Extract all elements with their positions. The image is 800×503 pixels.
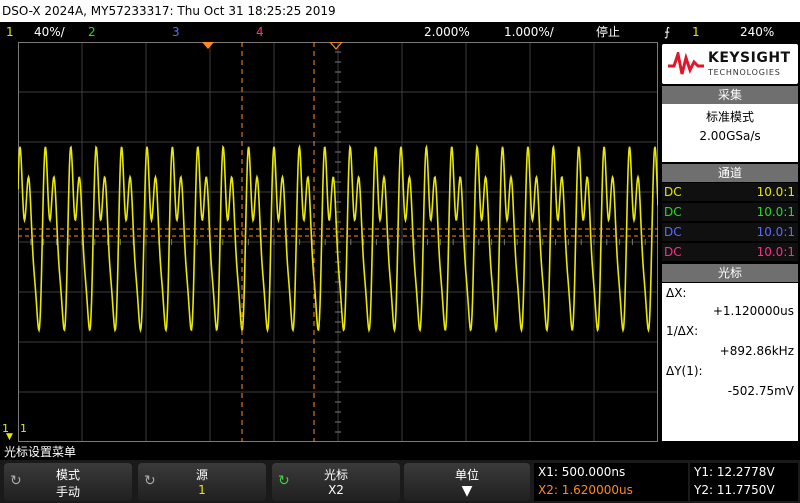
delay-value[interactable]: 2.000% xyxy=(424,22,470,42)
delta-x-value: +1.120000us xyxy=(712,304,794,318)
softkey-units-label: 单位 xyxy=(454,468,479,482)
ch3-coupling: DC xyxy=(664,225,682,239)
keysight-wave-icon xyxy=(668,52,704,75)
channel-row-2[interactable]: DC 10.0:1 xyxy=(662,203,798,221)
delta-x-label: ΔX: xyxy=(666,286,687,300)
ch1-scale[interactable]: 40%/ xyxy=(34,22,65,42)
trigger-channel: 1 xyxy=(692,25,700,39)
cursor-y-readout: Y1: 12.2778V Y2: 11.7750V xyxy=(690,463,798,501)
ch1-coupling: DC xyxy=(664,185,682,199)
softkey-mode-label: 模式 xyxy=(55,468,80,482)
run-state: 停止 xyxy=(596,25,621,39)
x1-readout: X1: 500.000ns xyxy=(538,465,626,479)
y2-readout: Y2: 11.7750V xyxy=(694,483,775,497)
brand-sub: TECHNOLOGIES xyxy=(708,68,781,77)
trigger-position-marker xyxy=(202,42,214,49)
ch4-probe-ratio: 10.0:1 xyxy=(756,245,795,259)
cursor-x-readout: X1: 500.000ns X2: 1.620000us xyxy=(534,463,688,501)
x2-readout: X2: 1.620000us xyxy=(538,483,633,497)
channels-header: 通道 xyxy=(662,164,798,182)
acquire-body[interactable]: 标准模式 2.00GSa/s xyxy=(662,104,798,162)
delta-y-value: -502.75mV xyxy=(727,384,794,398)
cursors-header: 光标 xyxy=(662,264,798,282)
waveform-svg xyxy=(18,42,658,442)
trigger-edge-icon: ⨍ xyxy=(664,25,671,39)
inverse-delta-x-label: 1/ΔX: xyxy=(666,324,699,338)
ch2-coupling: DC xyxy=(664,205,682,219)
y1-readout: Y1: 12.2778V xyxy=(694,465,775,479)
softkey-cursor-label: 光标 xyxy=(323,468,348,482)
softkey-units[interactable]: 单位 ▼ xyxy=(404,463,530,501)
window-title: DSO-X 2024A, MY57233317: Thu Oct 31 18:2… xyxy=(0,0,800,22)
brand-name: KEYSIGHT xyxy=(708,50,791,66)
acquire-mode: 标准模式 xyxy=(705,110,754,124)
status-bar: 1 40%/ 2 3 4 2.000% 1.000%/ 停止 ⨍ 1 240% xyxy=(0,22,800,42)
timebase-scale[interactable]: 1.000%/ xyxy=(504,22,554,42)
channel-row-4[interactable]: DC 10.0:1 xyxy=(662,243,798,261)
sample-rate: 2.00GSa/s xyxy=(699,129,761,143)
softkey-mode-value: 手动 xyxy=(55,485,80,499)
waveform-grid[interactable] xyxy=(18,42,658,442)
ch3-probe-ratio: 10.0:1 xyxy=(756,225,795,239)
keysight-logo: KEYSIGHT TECHNOLOGIES xyxy=(662,44,798,84)
ch3-number[interactable]: 3 xyxy=(172,22,180,42)
softkey-source-value: 1 xyxy=(198,483,206,497)
channel-row-1[interactable]: DC 10.0:1 xyxy=(662,183,798,201)
menu-title: 光标设置菜单 xyxy=(0,444,800,460)
delta-y-label: ΔY(1): xyxy=(666,364,703,378)
ch2-number[interactable]: 2 xyxy=(88,22,96,42)
softkey-cursor[interactable]: ↻ 光标 X2 xyxy=(272,463,400,501)
delay-marker xyxy=(329,42,343,50)
channel-row-3[interactable]: DC 10.0:1 xyxy=(662,223,798,241)
ground-arrow-icon: ▼ xyxy=(6,432,13,442)
down-arrow-icon: ▼ xyxy=(461,483,473,499)
ch2-probe-ratio: 10.0:1 xyxy=(756,205,795,219)
softkey-source[interactable]: ↻ 源 1 xyxy=(138,463,266,501)
softkey-mode[interactable]: ↻ 模式 手动 xyxy=(4,463,132,501)
acquire-header: 采集 xyxy=(662,86,798,104)
softkey-cursor-value: X2 xyxy=(328,483,344,497)
ch1-probe-ratio: 10.0:1 xyxy=(756,185,795,199)
inverse-delta-x-value: +892.86kHz xyxy=(719,344,794,358)
ch4-coupling: DC xyxy=(664,245,682,259)
softkey-source-label: 源 xyxy=(195,468,208,482)
ch1-number[interactable]: 1 xyxy=(6,22,14,42)
ch1-ground-label: 1 xyxy=(20,422,27,435)
trigger-level[interactable]: 240% xyxy=(740,22,774,42)
ch4-number[interactable]: 4 xyxy=(256,22,264,42)
